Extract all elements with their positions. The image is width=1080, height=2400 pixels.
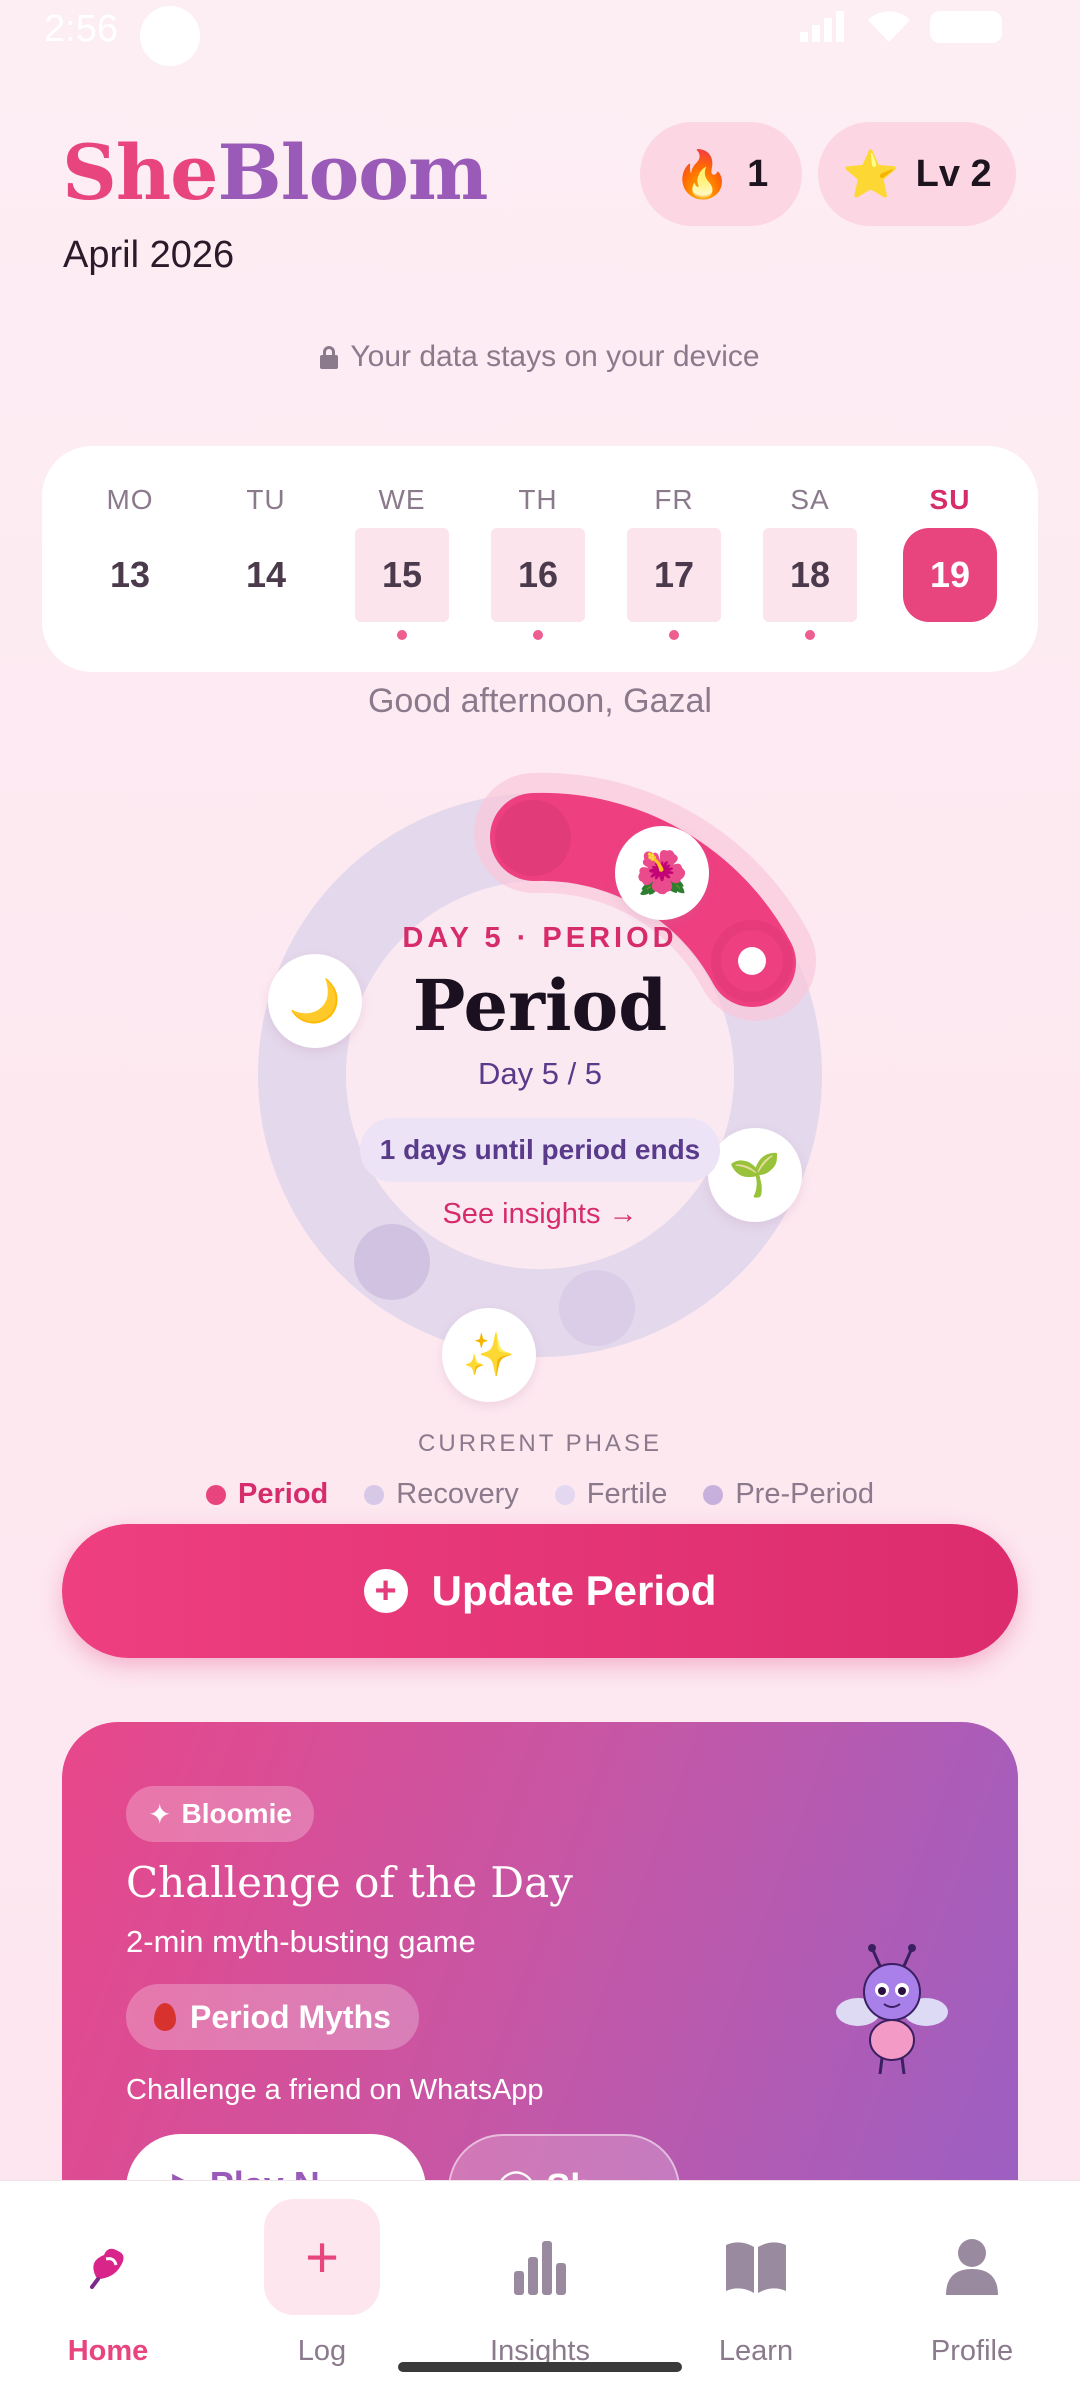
flower-icon[interactable]: 🌺 (615, 826, 709, 920)
phase-kicker: DAY 5 · PERIOD (402, 922, 678, 954)
period-start-marker (495, 800, 571, 876)
home-flower-icon (58, 2217, 158, 2317)
privacy-note: Your data stays on your device (0, 340, 1080, 374)
level-badge[interactable]: ⭐ Lv 2 (818, 122, 1016, 226)
day-sat[interactable]: SA 18 (762, 446, 858, 672)
status-time: 2:56 (44, 8, 118, 50)
status-system-icons (798, 10, 1002, 44)
nav-log[interactable]: + Log (232, 2199, 412, 2387)
legend-dot (703, 1484, 724, 1505)
logged-dot (669, 630, 679, 640)
logged-dot (533, 630, 543, 640)
phase-legend: Period Recovery Fertile Pre-Period (0, 1478, 1080, 1511)
sparkles-icon[interactable]: ✨ (442, 1308, 536, 1402)
legend-dot (554, 1484, 575, 1505)
phase-marker (559, 1270, 635, 1346)
bar-chart-icon (490, 2217, 590, 2317)
status-bar: 2:56 (0, 0, 1080, 66)
wifi-icon (868, 11, 910, 42)
nav-home[interactable]: Home (18, 2217, 198, 2387)
status-notification-icons (140, 6, 200, 66)
battery-icon (930, 11, 1002, 43)
week-strip: MO 13 TU 14 WE 15 TH 16 FR 17 SA 18 SU 1… (42, 446, 1038, 672)
period-myths-chip: Period Myths (126, 1984, 419, 2050)
nav-profile[interactable]: Profile (882, 2217, 1062, 2387)
streak-count: 1 (747, 152, 769, 195)
legend-fertile: Fertile (554, 1478, 667, 1511)
phase-title: Period (412, 964, 668, 1047)
bloomie-mascot-icon (836, 1944, 948, 2075)
legend-dot (364, 1484, 385, 1505)
logged-dot (805, 630, 815, 640)
greeting: Good afternoon, Gazal (367, 682, 712, 720)
app-notification-icon (140, 6, 200, 66)
book-icon (706, 2217, 806, 2317)
nav-learn[interactable]: Learn (666, 2217, 846, 2387)
signal-icon (800, 11, 844, 42)
lock-icon (320, 346, 339, 369)
blood-drop-icon (154, 2003, 176, 2031)
cycle-ring[interactable]: 🌺 🌙 🌱 ✨ DAY 5 · PERIOD Period Day 5 / 5 … (0, 770, 1080, 1402)
day-mon[interactable]: MO 13 (82, 446, 178, 672)
star-icon: ⭐ (842, 148, 900, 200)
home-indicator[interactable] (398, 2362, 682, 2372)
days-left-badge: 1 days until period ends (360, 1118, 720, 1182)
day-sun-today[interactable]: SU 19 (902, 446, 998, 672)
plus-icon: + (363, 1569, 408, 1613)
challenge-title: Challenge of the Day (126, 1858, 573, 1907)
phase-marker (354, 1224, 430, 1300)
challenge-subtitle: 2-min myth-busting game (126, 1924, 476, 1959)
legend-dot (206, 1484, 227, 1505)
app-logo: SheBloom (62, 128, 488, 217)
challenge-share-text: Challenge a friend on WhatsApp (126, 2074, 544, 2106)
person-icon (922, 2217, 1022, 2317)
fire-icon: 🔥 (673, 148, 732, 200)
sparkle-icon: ✦ (148, 1798, 172, 1830)
month-label: April 2026 (63, 234, 235, 276)
level-value: Lv 2 (915, 152, 992, 195)
day-fri[interactable]: FR 17 (626, 446, 722, 672)
day-wed[interactable]: WE 15 (354, 446, 450, 672)
phase-day: Day 5 / 5 (477, 1056, 603, 1091)
logged-dot (397, 630, 407, 640)
see-insights-link[interactable]: See insights → (0, 1198, 1080, 1231)
legend-pre-period: Pre-Period (703, 1478, 874, 1511)
day-tue[interactable]: TU 14 (218, 446, 314, 672)
streak-badge[interactable]: 🔥 1 (640, 122, 802, 226)
current-phase-label: CURRENT PHASE (418, 1430, 662, 1457)
privacy-text: Your data stays on your device (350, 340, 760, 373)
bloomie-tag: ✦ Bloomie (126, 1786, 314, 1842)
plus-icon: + (305, 2224, 339, 2290)
legend-period: Period (206, 1478, 328, 1511)
update-period-button[interactable]: + Update Period (62, 1524, 1018, 1658)
day-thu[interactable]: TH 16 (490, 446, 586, 672)
legend-recovery: Recovery (364, 1478, 519, 1511)
